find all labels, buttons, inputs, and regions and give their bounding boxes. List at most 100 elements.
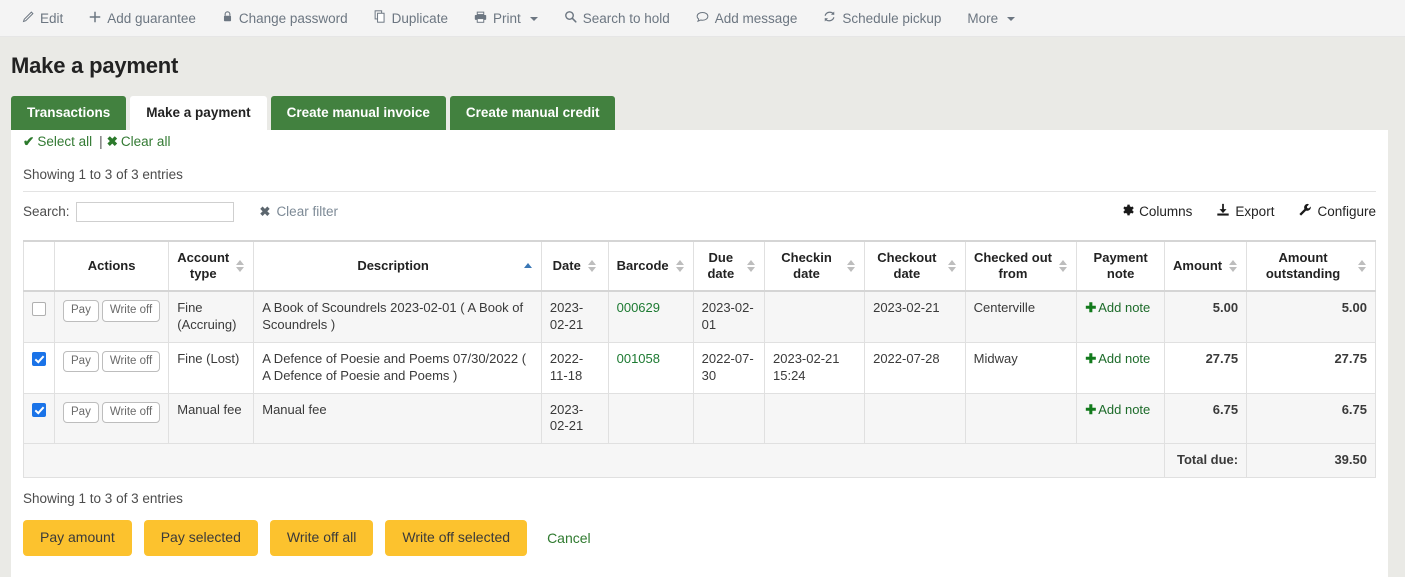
- column-header-due-date[interactable]: Due date: [693, 241, 764, 292]
- cell-payment-note: ✚Add note: [1077, 393, 1165, 444]
- pay-amount-button[interactable]: Pay amount: [23, 520, 132, 555]
- total-due-label: Total due:: [1165, 444, 1247, 478]
- cell-account-type: Manual fee: [169, 393, 254, 444]
- cell-amount: 5.00: [1165, 291, 1247, 342]
- toolbar-item-label: More: [967, 11, 998, 26]
- cell-description: Manual fee: [254, 393, 542, 444]
- row-select-cell: [24, 291, 55, 342]
- pay-row-button[interactable]: Pay: [63, 402, 99, 424]
- add-note-link[interactable]: ✚Add note: [1085, 300, 1150, 315]
- cell-due-date: 2022-07-30: [693, 342, 764, 393]
- sort-icon: [1229, 260, 1238, 272]
- add-note-label: Add note: [1098, 351, 1150, 366]
- row-checkbox[interactable]: [32, 403, 46, 417]
- column-label: Account type: [177, 250, 229, 283]
- write-off-row-button[interactable]: Write off: [102, 402, 160, 424]
- column-header-checked-out-from[interactable]: Checked out from: [965, 241, 1077, 292]
- column-header-amount-outstanding[interactable]: Amount outstanding: [1247, 241, 1376, 292]
- column-label: Amount: [1173, 258, 1222, 274]
- filter-bar: Search: ✖ Clear filter Columns Export: [23, 191, 1376, 222]
- toolbar-item-print[interactable]: Print: [474, 11, 551, 26]
- tab-transactions[interactable]: Transactions: [11, 96, 126, 130]
- cell-due-date: [693, 393, 764, 444]
- search-input[interactable]: [76, 202, 234, 222]
- configure-button[interactable]: Configure: [1298, 203, 1376, 220]
- cell-due-date: 2023-02-01: [693, 291, 764, 342]
- select-controls: ✔Select all|✖Clear all: [11, 130, 1388, 150]
- tab-make-a-payment[interactable]: Make a payment: [130, 96, 266, 130]
- write-off-selected-button[interactable]: Write off selected: [385, 520, 527, 555]
- toolbar-item-edit[interactable]: Edit: [22, 11, 76, 26]
- pay-row-button[interactable]: Pay: [63, 351, 99, 373]
- toolbar-item-schedule-pickup[interactable]: Schedule pickup: [823, 10, 954, 26]
- toolbar-item-search-to-hold[interactable]: Search to hold: [564, 10, 683, 26]
- column-header-account-type[interactable]: Account type: [169, 241, 254, 292]
- toolbar-item-label: Schedule pickup: [842, 11, 941, 26]
- clear-all-label: Clear all: [121, 134, 171, 149]
- export-button[interactable]: Export: [1216, 203, 1274, 220]
- column-header-payment-note: Payment note: [1077, 241, 1165, 292]
- chevron-down-icon: [1007, 17, 1015, 21]
- column-label: Payment note: [1094, 250, 1148, 281]
- accounts-table: Actions Account type Description Date Ba…: [23, 240, 1376, 479]
- sort-icon: [1358, 260, 1367, 272]
- toolbar-item-change-password[interactable]: Change password: [222, 10, 361, 26]
- barcode-link[interactable]: 001058: [617, 351, 660, 366]
- row-checkbox[interactable]: [32, 352, 46, 366]
- select-all-label: Select all: [37, 134, 92, 149]
- toolbar-item-more[interactable]: More: [967, 11, 1028, 26]
- tab-create-manual-invoice[interactable]: Create manual invoice: [271, 96, 446, 130]
- clear-filter-button[interactable]: ✖ Clear filter: [260, 204, 338, 220]
- barcode-link[interactable]: 000629: [617, 300, 660, 315]
- wrench-icon: [1298, 203, 1312, 220]
- pay-row-button[interactable]: Pay: [63, 300, 99, 322]
- column-header-checkbox: [24, 241, 55, 292]
- column-header-amount[interactable]: Amount: [1165, 241, 1247, 292]
- sort-icon: [747, 260, 756, 272]
- toolbar-item-add-guarantee[interactable]: Add guarantee: [89, 11, 209, 26]
- pencil-icon: [22, 11, 34, 26]
- footer-spacer: [24, 444, 1165, 478]
- add-note-label: Add note: [1098, 300, 1150, 315]
- cell-amount-outstanding: 27.75: [1247, 342, 1376, 393]
- add-note-link[interactable]: ✚Add note: [1085, 402, 1150, 417]
- column-label: Checkout date: [873, 250, 941, 283]
- cell-checked-out-from: [965, 393, 1077, 444]
- column-label: Actions: [88, 258, 136, 273]
- comment-icon: [696, 11, 709, 26]
- columns-button[interactable]: Columns: [1120, 203, 1192, 220]
- cell-account-type: Fine (Accruing): [169, 291, 254, 342]
- toolbar-item-duplicate[interactable]: Duplicate: [374, 10, 461, 26]
- pay-selected-button[interactable]: Pay selected: [144, 520, 258, 555]
- column-header-date[interactable]: Date: [541, 241, 608, 292]
- tab-create-manual-credit[interactable]: Create manual credit: [450, 96, 616, 130]
- select-all-link[interactable]: ✔Select all: [23, 134, 92, 149]
- column-header-actions: Actions: [55, 241, 169, 292]
- add-note-link[interactable]: ✚Add note: [1085, 351, 1150, 366]
- search-label: Search:: [23, 204, 70, 219]
- cancel-link[interactable]: Cancel: [547, 530, 591, 546]
- column-label: Amount outstanding: [1255, 250, 1351, 283]
- write-off-all-button[interactable]: Write off all: [270, 520, 374, 555]
- column-header-description[interactable]: Description: [254, 241, 542, 292]
- column-header-checkin-date[interactable]: Checkin date: [765, 241, 865, 292]
- tab-bar: Transactions Make a payment Create manua…: [11, 96, 1405, 130]
- toolbar-item-add-message[interactable]: Add message: [696, 11, 811, 26]
- write-off-row-button[interactable]: Write off: [102, 300, 160, 322]
- cell-payment-note: ✚Add note: [1077, 342, 1165, 393]
- table-footer-row: Total due: 39.50: [24, 444, 1376, 478]
- cell-barcode: 000629: [608, 291, 693, 342]
- cell-description: A Defence of Poesie and Poems 07/30/2022…: [254, 342, 542, 393]
- write-off-row-button[interactable]: Write off: [102, 351, 160, 373]
- patron-toolbar: Edit Add guarantee Change password Dupli…: [0, 0, 1405, 37]
- sort-icon-asc: [524, 263, 533, 269]
- column-header-checkout-date[interactable]: Checkout date: [865, 241, 966, 292]
- column-header-barcode[interactable]: Barcode: [608, 241, 693, 292]
- table-row: PayWrite off Fine (Lost) A Defence of Po…: [24, 342, 1376, 393]
- clear-all-link[interactable]: ✖Clear all: [107, 134, 171, 149]
- search-icon: [564, 10, 577, 26]
- toolbar-item-label: Add message: [715, 11, 798, 26]
- row-checkbox[interactable]: [32, 302, 46, 316]
- add-note-label: Add note: [1098, 402, 1150, 417]
- cell-checkin-date: 2023-02-21 15:24: [765, 342, 865, 393]
